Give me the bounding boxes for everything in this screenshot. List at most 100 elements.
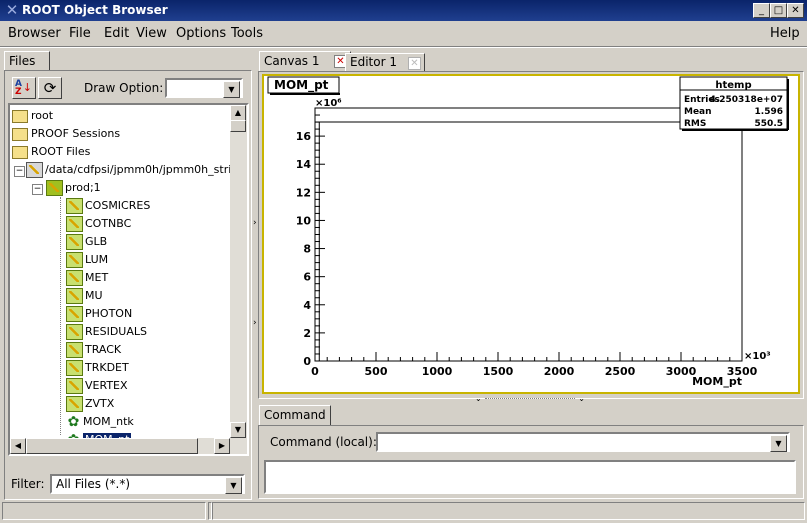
y-tick-label: 6 — [303, 271, 311, 284]
tree-item-leaf[interactable]: ✿ MOM_ntk — [66, 413, 134, 431]
tree-item-branch[interactable]: TRKDET — [66, 359, 129, 377]
tree-item-branch[interactable]: MU — [66, 287, 103, 305]
tree-vertical-scrollbar[interactable]: ▲ ▼ — [230, 105, 247, 438]
command-label: Command (local): — [270, 435, 377, 449]
tree-item-label: PROOF Sessions — [31, 127, 121, 140]
leaf-icon: ✿ — [67, 414, 80, 430]
tree-item-label: RESIDUALS — [85, 325, 147, 338]
chevron-down-icon[interactable]: ▼ — [225, 477, 242, 494]
tree-item-branch[interactable]: COTNBC — [66, 215, 131, 233]
x-exponent-label: ×10³ — [744, 351, 771, 362]
tree-item-branch[interactable]: LUM — [66, 251, 108, 269]
title-bar: ✕ ROOT Object Browser _ □ ✕ — [0, 0, 807, 21]
tree-icon — [46, 180, 63, 196]
tree-item-root-files[interactable]: ROOT Files — [12, 143, 90, 161]
tree-item-branch[interactable]: COSMICRES — [66, 197, 150, 215]
tree-item-root[interactable]: root — [12, 107, 53, 125]
x-tick-label: 500 — [365, 365, 388, 378]
chart-title: MOM_pt — [274, 78, 329, 93]
sort-az-icon: AZ — [15, 79, 22, 97]
folder-open-icon — [12, 145, 28, 159]
refresh-button[interactable]: ⟳ — [38, 77, 62, 99]
maximize-button[interactable]: □ — [770, 3, 787, 18]
status-cell — [212, 502, 805, 520]
draw-option-combo[interactable]: ▼ — [165, 78, 243, 98]
branch-icon — [66, 198, 83, 214]
command-output[interactable] — [264, 460, 796, 494]
y-tick-label: 0 — [303, 355, 311, 368]
tree-item-branch[interactable]: TRACK — [66, 341, 121, 359]
scroll-thumb[interactable] — [230, 120, 246, 132]
tree-item-root-file[interactable]: /data/cdfpsi/jpmm0h/jpmm0h_stripped.r — [26, 161, 247, 179]
splitter-arrow-icon: › — [253, 218, 257, 228]
x-tick-label: 0 — [311, 365, 319, 378]
tab-command[interactable]: Command — [259, 405, 331, 426]
status-cell — [2, 502, 206, 520]
close-button[interactable]: ✕ — [787, 3, 804, 18]
menu-help[interactable]: Help — [770, 26, 800, 41]
tree-item-label: prod;1 — [65, 181, 101, 194]
filter-combo[interactable]: All Files (*.*) ▼ — [50, 474, 245, 494]
scroll-left-icon[interactable]: ◀ — [10, 438, 26, 454]
y-tick-label: 10 — [296, 214, 312, 227]
tree-item-label: TRACK — [85, 343, 122, 356]
tree-item-branch[interactable]: PHOTON — [66, 305, 132, 323]
chevron-down-icon[interactable]: ▼ — [223, 81, 240, 98]
scroll-thumb[interactable] — [26, 438, 198, 454]
collapse-icon[interactable]: − — [14, 166, 25, 177]
y-tick-label: 14 — [296, 158, 312, 171]
y-exponent-label: ×10⁶ — [315, 98, 342, 109]
tab-files[interactable]: Files — [4, 51, 50, 71]
tree-item-proof-sessions[interactable]: PROOF Sessions — [12, 125, 120, 143]
branch-icon — [66, 288, 83, 304]
file-icon — [26, 162, 43, 178]
menu-tools[interactable]: Tools — [231, 26, 263, 41]
tree-item-branch[interactable]: VERTEX — [66, 377, 128, 395]
menu-view[interactable]: View — [136, 26, 167, 41]
command-combo[interactable]: ▼ — [376, 432, 790, 452]
tree-item-label: LUM — [85, 253, 109, 266]
histogram-canvas[interactable]: 02468101214160 500 1000 1500 2000 2500 3000 350… — [262, 74, 800, 394]
tree-item-label: ROOT Files — [31, 145, 91, 158]
collapse-icon[interactable]: − — [32, 184, 43, 195]
menu-browser[interactable]: Browser — [8, 26, 61, 41]
tree-item-branch[interactable]: MET — [66, 269, 108, 287]
menu-bar: Browser File Edit View Options Tools Hel… — [0, 22, 807, 44]
splitter-arrow-icon: › — [253, 318, 257, 328]
tab-canvas-1[interactable]: Canvas 1 ✕ — [259, 51, 351, 71]
menu-file[interactable]: File — [69, 26, 91, 41]
folder-icon — [12, 127, 28, 141]
tree-item-branch[interactable]: ZVTX — [66, 395, 114, 413]
branch-icon — [66, 324, 83, 340]
window-title: ROOT Object Browser — [22, 3, 168, 17]
tree-item-label: MET — [85, 271, 109, 284]
tree-item-branch[interactable]: RESIDUALS — [66, 323, 147, 341]
scroll-right-icon[interactable]: ▶ — [214, 438, 230, 454]
scroll-down-icon[interactable]: ▼ — [230, 422, 246, 438]
horizontal-splitter[interactable]: ⌄ ⌄ — [475, 395, 585, 403]
close-tab-icon[interactable]: ✕ — [408, 57, 421, 70]
filter-label: Filter: — [11, 477, 45, 491]
branch-icon — [66, 378, 83, 394]
x-tick-label: 2500 — [605, 365, 636, 378]
scroll-up-icon[interactable]: ▲ — [230, 105, 246, 121]
minimize-button[interactable]: _ — [753, 3, 770, 18]
stats-label: RMS — [684, 119, 706, 129]
y-tick-label: 16 — [296, 130, 312, 143]
x-tick-label: 1500 — [483, 365, 514, 378]
tree-item-label: root — [31, 109, 54, 122]
tree-item-branch[interactable]: GLB — [66, 233, 107, 251]
tree-horizontal-scrollbar[interactable]: ◀ ▶ — [10, 438, 247, 454]
tab-editor-1[interactable]: Editor 1 ✕ — [345, 53, 425, 72]
file-tree[interactable]: root PROOF Sessions ROOT Files − /data/c… — [8, 103, 249, 456]
menu-options[interactable]: Options — [176, 26, 226, 41]
folder-icon — [12, 109, 28, 123]
chevron-down-icon[interactable]: ▼ — [770, 435, 787, 452]
y-tick-label: 2 — [303, 327, 311, 340]
menu-edit[interactable]: Edit — [104, 26, 129, 41]
tree-item-prod[interactable]: prod;1 — [46, 179, 101, 197]
stats-label: Mean — [684, 107, 712, 117]
sort-button[interactable]: AZ ↓ — [12, 77, 36, 99]
tree-item-label: GLB — [85, 235, 108, 248]
tab-label: Canvas 1 — [264, 54, 320, 68]
